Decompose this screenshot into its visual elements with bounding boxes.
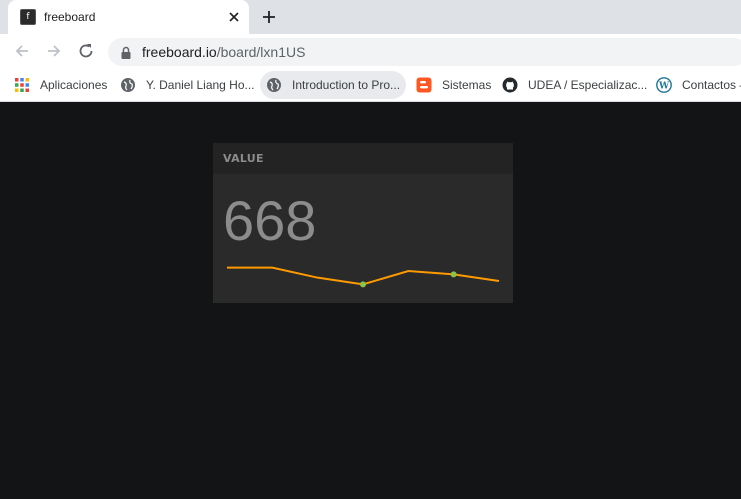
globe-icon <box>267 78 281 92</box>
lock-icon[interactable] <box>120 46 132 59</box>
globe-icon <box>121 78 135 92</box>
tab-strip: f freeboard <box>0 0 741 34</box>
widget-title: VALUE <box>213 143 513 174</box>
sparkline-chart <box>227 266 500 288</box>
wordpress-icon: W <box>656 77 672 93</box>
bookmark-label: Introduction to Pro... <box>292 78 401 92</box>
bookmark-label: Sistemas <box>442 78 492 92</box>
browser-tab[interactable]: f freeboard <box>8 0 249 34</box>
url-path: /board/lxn1US <box>216 44 306 60</box>
new-tab-icon[interactable] <box>259 7 279 27</box>
bookmark-daniel-liang[interactable]: Y. Daniel Liang Ho... <box>114 71 261 99</box>
address-bar[interactable]: freeboard.io/board/lxn1US <box>108 38 741 66</box>
apps-grid-icon <box>15 78 29 92</box>
freeboard-dashboard: VALUE 668 <box>0 103 741 499</box>
forward-arrow-icon[interactable] <box>44 41 64 61</box>
bookmarks-bar: Aplicaciones Y. Daniel Liang Ho... Intro… <box>0 68 741 102</box>
bookmark-udea[interactable]: UDEA / Especializac... <box>496 71 653 99</box>
url-host: freeboard.io <box>142 44 217 60</box>
sparkline-point <box>360 281 366 288</box>
bookmark-label: Y. Daniel Liang Ho... <box>146 78 255 92</box>
browser-toolbar: freeboard.io/board/lxn1US <box>0 34 741 68</box>
reload-icon[interactable] <box>76 41 96 61</box>
blogger-icon <box>416 77 432 93</box>
value-widget: VALUE 668 <box>213 143 513 303</box>
sparkline-point <box>450 271 457 278</box>
url-text[interactable]: freeboard.io/board/lxn1US <box>142 44 305 60</box>
bookmark-sistemas[interactable]: Sistemas <box>410 71 497 99</box>
close-icon[interactable] <box>225 8 243 26</box>
bookmark-introduction[interactable]: Introduction to Pro... <box>260 71 407 99</box>
svg-text:W: W <box>658 82 670 92</box>
back-arrow-icon[interactable] <box>12 41 32 61</box>
tab-title: freeboard <box>44 10 96 24</box>
github-icon <box>502 77 518 93</box>
bookmark-contactos[interactable]: W Contactos – <box>650 71 741 99</box>
freeboard-favicon-icon: f <box>20 9 36 25</box>
bookmark-label: UDEA / Especializac... <box>528 78 648 92</box>
bookmark-label: Aplicaciones <box>40 78 108 92</box>
widget-value: 668 <box>223 189 317 252</box>
bookmark-label: Contactos – <box>682 78 741 92</box>
bookmark-aplicaciones[interactable]: Aplicaciones <box>8 71 113 99</box>
